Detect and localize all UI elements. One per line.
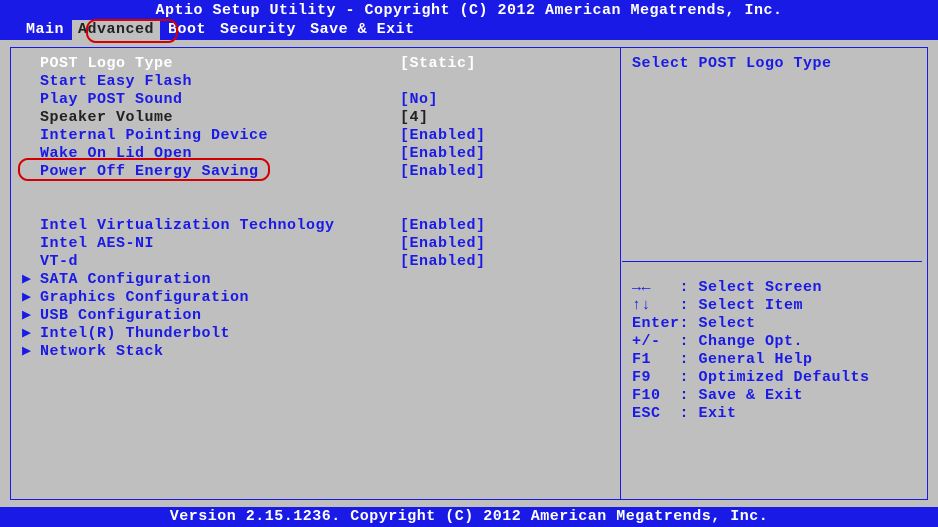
tab-boot[interactable]: Boot [162,20,212,40]
help-title: Select POST Logo Type [632,55,922,73]
setting-row[interactable]: ▶SATA Configuration [22,271,617,289]
setting-row[interactable]: ▶Graphics Configuration [22,289,617,307]
help-line: F10 : Save & Exit [632,387,922,405]
setting-value: [Enabled] [400,145,486,163]
submenu-arrow-icon [22,73,40,91]
setting-row[interactable]: Play POST Sound[No] [22,91,617,109]
help-line: ↑↓ : Select Item [632,297,922,315]
submenu-arrow-icon [22,55,40,73]
setting-label: USB Configuration [40,307,400,325]
submenu-arrow-icon: ▶ [22,343,40,361]
setting-value: [Enabled] [400,217,486,235]
version-bar: Version 2.15.1236. Copyright (C) 2012 Am… [0,507,938,527]
submenu-arrow-icon: ▶ [22,271,40,289]
setting-value: [Enabled] [400,127,486,145]
setting-value: [No] [400,91,438,109]
setting-label: Intel AES-NI [40,235,400,253]
setting-row[interactable]: Intel Virtualization Technology[Enabled] [22,217,617,235]
submenu-arrow-icon: ▶ [22,289,40,307]
tab-security[interactable]: Security [214,20,302,40]
tab-advanced[interactable]: Advanced [72,20,160,40]
setting-row[interactable]: Internal Pointing Device[Enabled] [22,127,617,145]
help-line: →← : Select Screen [632,279,922,297]
setting-row[interactable]: ▶Intel(R) Thunderbolt [22,325,617,343]
setting-label: SATA Configuration [40,271,400,289]
setting-label: Power Off Energy Saving [40,163,400,181]
setting-label: POST Logo Type [40,55,400,73]
tab-main[interactable]: Main [20,20,70,40]
setting-label: Graphics Configuration [40,289,400,307]
setting-label: Internal Pointing Device [40,127,400,145]
setting-row[interactable]: VT-d[Enabled] [22,253,617,271]
submenu-arrow-icon [22,127,40,145]
setting-row[interactable]: ▶USB Configuration [22,307,617,325]
bios-body: POST Logo Type[Static]Start Easy FlashPl… [0,40,938,507]
submenu-arrow-icon [22,109,40,127]
setting-label: Wake On Lid Open [40,145,400,163]
settings-panel: POST Logo Type[Static]Start Easy FlashPl… [22,55,617,361]
submenu-arrow-icon: ▶ [22,307,40,325]
submenu-arrow-icon [22,217,40,235]
submenu-arrow-icon: ▶ [22,325,40,343]
setting-label: Speaker Volume [40,109,400,127]
setting-value: [Enabled] [400,235,486,253]
help-line: F9 : Optimized Defaults [632,369,922,387]
submenu-arrow-icon [22,235,40,253]
menu-tabs: Main Advanced Boot Security Save & Exit [20,20,918,40]
help-panel: Select POST Logo Type →← : Select Screen… [632,55,922,423]
setting-row[interactable]: Power Off Energy Saving[Enabled] [22,163,617,181]
help-line: ESC : Exit [632,405,922,423]
submenu-arrow-icon [22,145,40,163]
panel-divider [620,47,621,500]
setting-label: Intel Virtualization Technology [40,217,400,235]
setting-label: Intel(R) Thunderbolt [40,325,400,343]
setting-row[interactable]: Intel AES-NI[Enabled] [22,235,617,253]
setting-row[interactable]: Start Easy Flash [22,73,617,91]
setting-label: VT-d [40,253,400,271]
help-line: Enter: Select [632,315,922,333]
setting-value: [4] [400,109,429,127]
setting-label: Play POST Sound [40,91,400,109]
setting-row[interactable]: Speaker Volume[4] [22,109,617,127]
setting-row[interactable]: Wake On Lid Open[Enabled] [22,145,617,163]
title-bar: Aptio Setup Utility - Copyright (C) 2012… [20,2,918,20]
help-line: +/- : Change Opt. [632,333,922,351]
setting-value: [Enabled] [400,253,486,271]
submenu-arrow-icon [22,91,40,109]
setting-row[interactable]: ▶Network Stack [22,343,617,361]
setting-label: Start Easy Flash [40,73,400,91]
setting-label: Network Stack [40,343,400,361]
help-line: F1 : General Help [632,351,922,369]
tab-save-exit[interactable]: Save & Exit [304,20,421,40]
setting-value: [Enabled] [400,163,486,181]
setting-value: [Static] [400,55,476,73]
submenu-arrow-icon [22,163,40,181]
setting-row[interactable]: POST Logo Type[Static] [22,55,617,73]
submenu-arrow-icon [22,253,40,271]
